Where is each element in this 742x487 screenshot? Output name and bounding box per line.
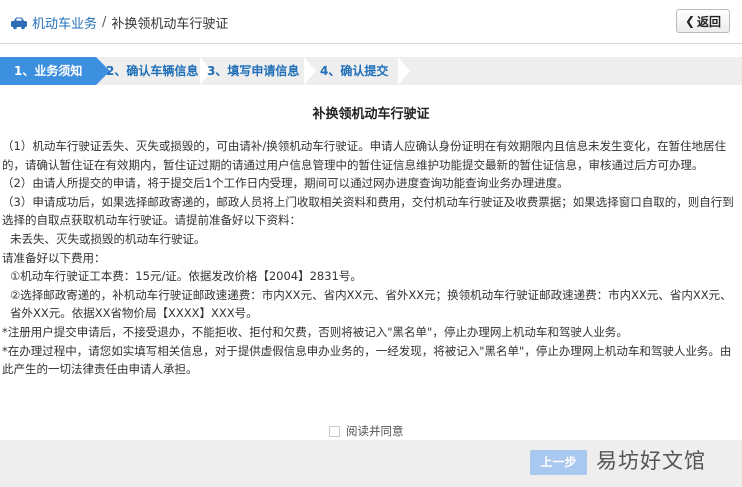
step-1: 1、业务须知: [0, 57, 110, 85]
breadcrumb-separator: /: [102, 15, 107, 30]
step-divider: [398, 57, 410, 85]
document-title: 补换领机动车行驶证: [312, 107, 430, 122]
notice-paragraph: （3）申请成功后，如果选择邮政寄递的，邮政人员将上门收取相关资料和费用，交付机动…: [2, 194, 734, 228]
notice-paragraph: ②选择邮政寄递的，补机动车行驶证邮政速递费：市内XX元、省内XX元、省外XX元；…: [10, 287, 732, 321]
agree-label: 阅读并同意: [346, 424, 404, 438]
back-button[interactable]: ❮ 返回: [676, 9, 730, 33]
step-4: 4、确认提交: [320, 64, 389, 78]
notice-paragraph: （1）机动车行驶证丢失、灭失或损毁的，可由请补/换领机动车行驶证。申请人应确认身…: [2, 139, 727, 172]
chevron-left-icon: ❮: [684, 14, 696, 28]
step-3: 3、填写申请信息: [207, 64, 300, 78]
notice-paragraph: （2）由请人所提交的申请，将于提交后1个工作日内受理，期间可以通过网办进度查询功…: [2, 176, 569, 191]
page-header: 机动车业务 / 补换领机动车行驶证 ❮ 返回: [0, 0, 742, 44]
breadcrumb: 机动车业务 / 补换领机动车行驶证: [10, 13, 228, 32]
notice-paragraph: *在办理过程中，请您如实填写相关信息，对于提供虚假信息申办业务的，一经发现，将被…: [2, 343, 732, 377]
watermark-text: 易坊好文馆: [596, 449, 706, 473]
notice-text: （1）机动车行驶证丢失、灭失或损毁的，可由请补/换领机动车行驶证。申请人应确认身…: [2, 137, 736, 379]
step-2: 2、确认车辆信息: [106, 64, 199, 78]
agree-row[interactable]: 阅读并同意: [329, 423, 404, 439]
breadcrumb-root-link[interactable]: 机动车业务: [32, 13, 97, 32]
watermark: 易坊好文馆: [596, 445, 706, 475]
notice-paragraph: *注册用户提交申请后，不接受退办，不能拒收、拒付和欠费，否则将被记入"黑名单"，…: [2, 324, 628, 339]
notice-paragraph: 请准备好以下费用：: [2, 250, 106, 265]
notice-content: 补换领机动车行驶证 （1）机动车行驶证丢失、灭失或损毁的，可由请补/换领机动车行…: [0, 95, 742, 440]
notice-paragraph: ①机动车行驶证工本费：15元/证。依据发改价格【2004】2831号。: [10, 269, 362, 284]
back-button-label: 返回: [697, 14, 722, 29]
footer-bar: 上一步 易坊好文馆: [0, 440, 742, 487]
car-icon: [11, 17, 27, 29]
agree-checkbox[interactable]: [329, 425, 340, 437]
step-divider: [304, 57, 316, 85]
breadcrumb-current: 补换领机动车行驶证: [111, 17, 229, 32]
notice-paragraph: 未丢失、灭失或损毁的机动车行驶证。: [10, 231, 206, 246]
step-progress-bar: 1、业务须知 2、确认车辆信息 3、填写申请信息 4、确认提交: [0, 57, 742, 85]
prev-step-button[interactable]: 上一步: [530, 450, 587, 475]
